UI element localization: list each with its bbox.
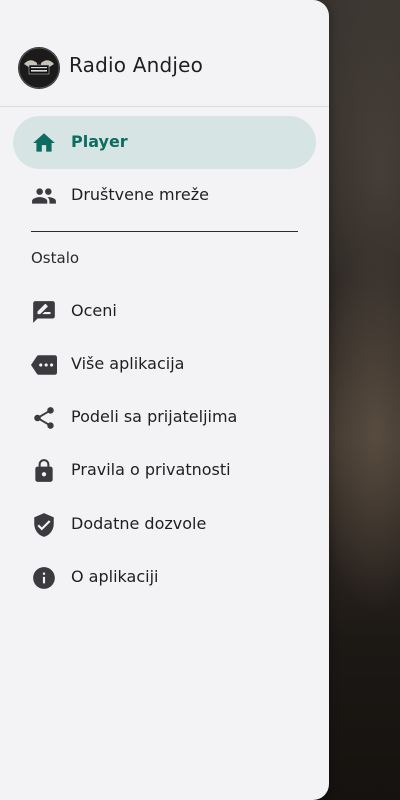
drawer-item-privacy-policy[interactable]: Pravila o privatnosti	[13, 444, 316, 497]
more-apps-tag-icon	[31, 352, 57, 378]
drawer-item-player[interactable]: Player	[13, 116, 316, 169]
home-icon	[31, 130, 57, 156]
drawer-item-label: Player	[71, 132, 128, 151]
section-divider	[31, 231, 298, 232]
navigation-drawer: Radio Andjeo Player Društvene mreže Osta…	[0, 0, 329, 800]
shield-check-icon	[31, 512, 57, 538]
drawer-item-rate[interactable]: Oceni	[13, 285, 316, 338]
drawer-item-label: Dodatne dozvole	[71, 514, 207, 533]
share-icon	[31, 405, 57, 431]
people-icon	[31, 183, 57, 209]
rate-review-icon	[31, 299, 57, 325]
drawer-header: Radio Andjeo	[0, 0, 329, 107]
drawer-item-about[interactable]: O aplikaciji	[13, 551, 316, 604]
info-icon	[31, 565, 57, 591]
drawer-item-more-apps[interactable]: Više aplikacija	[13, 338, 316, 391]
drawer-item-label: Podeli sa prijateljima	[71, 407, 238, 426]
drawer-item-label: O aplikaciji	[71, 567, 159, 586]
drawer-item-social-networks[interactable]: Društvene mreže	[13, 169, 316, 222]
drawer-item-label: Društvene mreže	[71, 185, 209, 204]
drawer-item-additional-permissions[interactable]: Dodatne dozvole	[13, 498, 316, 551]
drawer-item-label: Više aplikacija	[71, 354, 185, 373]
app-logo	[18, 47, 60, 89]
drawer-item-share[interactable]: Podeli sa prijateljima	[13, 391, 316, 444]
section-header-other: Ostalo	[31, 249, 80, 267]
app-title: Radio Andjeo	[69, 53, 204, 77]
lock-icon	[31, 458, 57, 484]
drawer-item-label: Pravila o privatnosti	[71, 460, 231, 479]
drawer-item-label: Oceni	[71, 301, 117, 320]
